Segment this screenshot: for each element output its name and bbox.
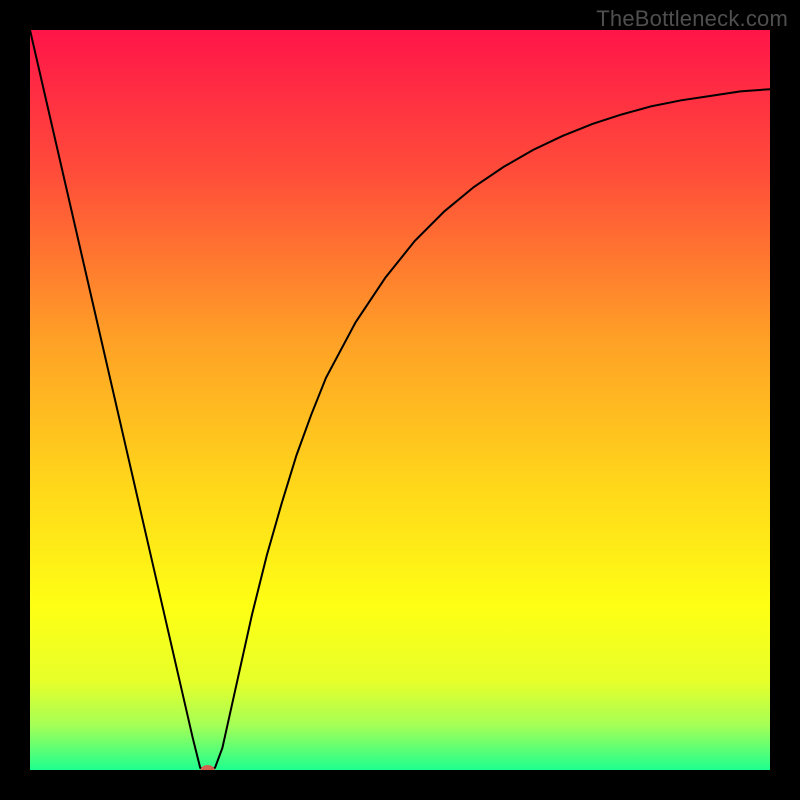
chart-plot (30, 30, 770, 770)
gradient-background (30, 30, 770, 770)
chart-frame: TheBottleneck.com (0, 0, 800, 800)
watermark-text: TheBottleneck.com (596, 6, 788, 32)
